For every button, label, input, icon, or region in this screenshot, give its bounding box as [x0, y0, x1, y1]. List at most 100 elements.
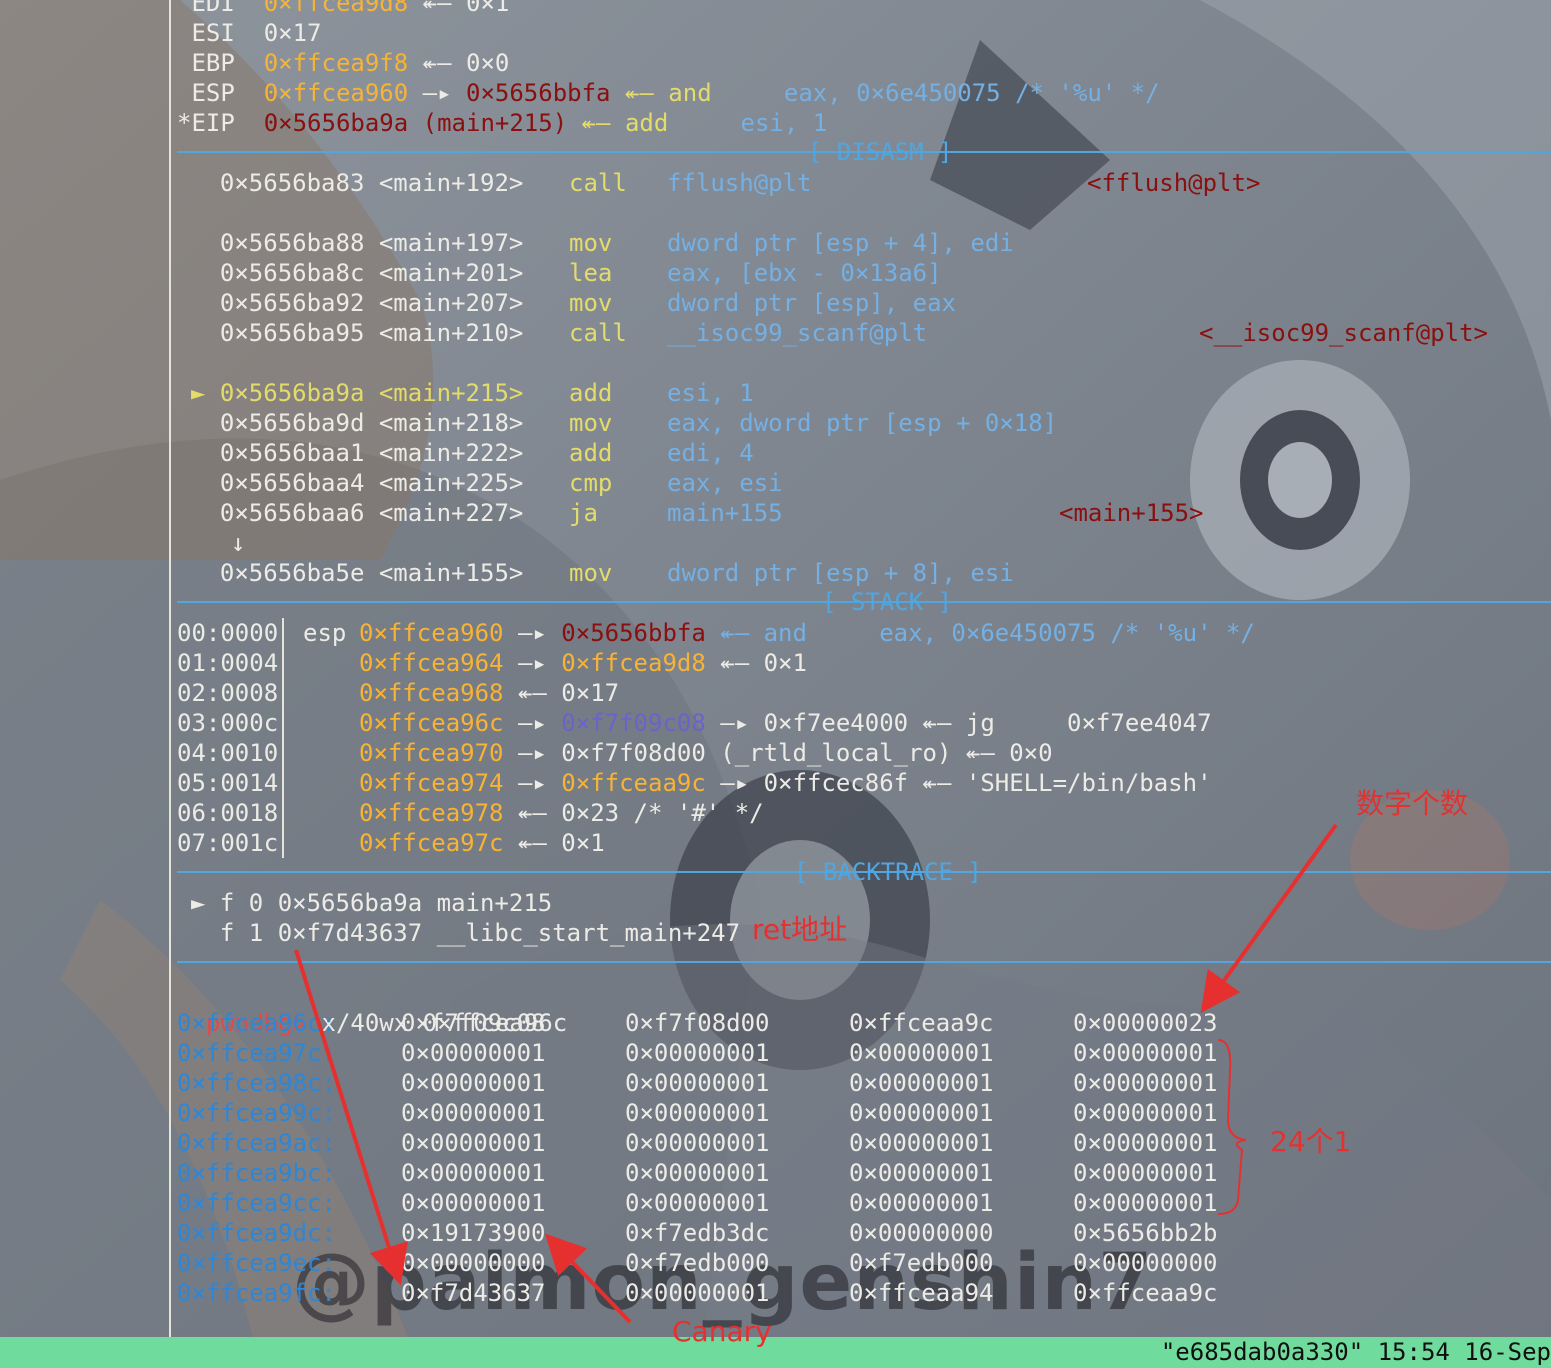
stack-arrow: —▸ — [503, 769, 562, 797]
disasm-operands: dword ptr [esp], eax — [667, 289, 956, 317]
disasm-branch-target: <__isoc99_scanf@plt> — [1199, 319, 1488, 347]
disasm-operands: dword ptr [esp + 4], edi — [667, 229, 1014, 257]
memory-row: 0×ffcea98c: 0×00000001 0×00000001 0×0000000… — [177, 1068, 1218, 1098]
stack-address: 0×ffcea970 — [359, 739, 504, 767]
memory-word: 0×00000023 — [1073, 1009, 1218, 1037]
stack-arrow: —▸ — [503, 649, 562, 677]
disasm-address: 0×5656ba8c — [219, 259, 365, 287]
memory-word: 0×00000001 — [401, 1159, 546, 1187]
memory-word: 0×00000001 — [849, 1099, 994, 1127]
backtrace-frame-0: ► f 0 0×5656ba9a main+215 — [191, 889, 553, 917]
stack-arrow: ↞— — [503, 679, 562, 707]
memory-row: 0×ffcea9fc: 0×f7d43637 0×00000001 0×ffceaa9… — [177, 1278, 1218, 1308]
disasm-opcode: mov — [569, 409, 613, 437]
command-line[interactable]: pwndbg> x/40wx 0×ffcea96c — [177, 978, 567, 1037]
memory-word: 0×f7edb000 — [625, 1249, 770, 1277]
current-line-marker — [191, 439, 220, 467]
pane-border-left — [169, 0, 171, 1337]
register-value: 0×ffcea9f8 — [263, 49, 409, 77]
memory-word: 0×00000001 — [625, 1189, 770, 1217]
disasm-operands: esi, 1 — [667, 379, 754, 407]
stack-chain: 0×ffcea964 —▸ 0×ffcea9d8 ↞— 0×1 — [359, 648, 807, 678]
disasm-opcode: mov — [569, 229, 613, 257]
stack-chain: 0×ffcea96c —▸ 0×f7f09c08 —▸ 0×f7ee4000 ↞… — [359, 708, 1212, 738]
current-line-marker — [191, 259, 220, 287]
jump-arrow-icon: ↓ — [231, 529, 246, 557]
register-name: EBP — [177, 49, 235, 77]
stack-row: 03:000c 0×ffcea96c —▸ 0×f7f09c08 —▸ 0×f7e… — [177, 708, 1212, 738]
disasm-operands: dword ptr [esp + 8], esi — [667, 559, 1014, 587]
register-name: ESI — [177, 19, 235, 47]
memory-word: 0×00000001 — [1073, 1159, 1218, 1187]
disasm-opcode: ja — [569, 499, 598, 527]
disasm-opcode: add — [569, 439, 613, 467]
stack-deref: ↞— 0×0 — [951, 739, 1053, 767]
stack-value: 0×ffcea9d8 — [561, 649, 706, 677]
memory-word: 0×f7d43637 — [401, 1279, 546, 1307]
disasm-symbol: <main+207> — [378, 289, 524, 317]
memory-word: 0×ffceaa9c — [1073, 1279, 1218, 1307]
register-name: EDI — [177, 0, 235, 17]
disasm-symbol: <main+197> — [378, 229, 524, 257]
backtrace-header: [ BACKTRACE ] — [794, 858, 982, 886]
register-instruction: ↞— and — [610, 79, 784, 107]
memory-word: 0×00000001 — [849, 1039, 994, 1067]
stack-chain: 0×ffcea978 ↞— 0×23 /* '#' */ — [359, 798, 764, 828]
stack-row: 06:0018 0×ffcea978 ↞— 0×23 /* '#' */ — [177, 798, 764, 828]
memory-word: 0×ffceaa94 — [849, 1279, 994, 1307]
memory-word: 0×00000001 — [401, 1129, 546, 1157]
memory-word: 0×00000001 — [401, 1099, 546, 1127]
memory-word: 0×00000001 — [1073, 1129, 1218, 1157]
memory-word: 0×5656bb2b — [1073, 1219, 1218, 1247]
stack-address: 0×ffcea964 — [359, 649, 504, 677]
disasm-opcode: add — [569, 379, 613, 407]
memory-row: 0×ffcea99c: 0×00000001 0×00000001 0×0000000… — [177, 1098, 1218, 1128]
stack-address: 0×ffcea960 — [359, 619, 504, 647]
stack-offset: 05:0014 — [177, 769, 279, 797]
disasm-address: 0×5656baa4 — [219, 469, 365, 497]
disasm-operands: __isoc99_scanf@plt — [667, 319, 928, 347]
disasm-line: 0×5656ba88 <main+197> mov dword ptr [esp +… — [191, 228, 1014, 258]
prompt-line[interactable]: pwndbg>| — [177, 1308, 334, 1367]
disasm-branch-target: <main+155> — [1059, 499, 1204, 527]
disasm-symbol: <main+225> — [378, 469, 524, 497]
stack-arrow: ↞— — [503, 829, 562, 857]
disasm-symbol: <main+215> — [378, 379, 524, 407]
stack-row: 07:001c 0×ffcea97c ↞— 0×1 — [177, 828, 605, 858]
disasm-address: 0×5656ba95 — [219, 319, 365, 347]
memory-word: 0×00000000 — [849, 1219, 994, 1247]
stack-offset: 02:0008 — [177, 679, 279, 707]
disasm-address: 0×5656baa1 — [219, 439, 365, 467]
disasm-address: 0×5656ba83 — [219, 169, 365, 197]
memory-address: 0×ffcea97c: — [177, 1039, 336, 1067]
memory-row: 0×ffcea9ec: 0×00000000 0×f7edb000 0×f7edb00… — [177, 1248, 1218, 1278]
disasm-operands: eax, [ebx - 0×13a6] — [667, 259, 942, 287]
memory-word: 0×00000001 — [625, 1069, 770, 1097]
disasm-symbol: <main+218> — [378, 409, 524, 437]
memory-address: 0×ffcea99c: — [177, 1099, 336, 1127]
stack-address: 0×ffcea974 — [359, 769, 504, 797]
disasm-address: 0×5656ba9d — [219, 409, 365, 437]
stack-column-divider — [282, 618, 284, 858]
memory-word: 0×00000001 — [1073, 1039, 1218, 1067]
stack-value: 0×ffceaa9c — [561, 769, 706, 797]
current-line-marker — [191, 499, 220, 527]
memory-row: 0×ffcea9bc: 0×00000001 0×00000001 0×0000000… — [177, 1158, 1218, 1188]
memory-word: 0×00000000 — [401, 1249, 546, 1277]
stack-address: 0×ffcea968 — [359, 679, 504, 707]
register-name: *EIP — [177, 109, 235, 137]
disasm-operands: fflush@plt — [667, 169, 812, 197]
disasm-line: 0×5656ba9d <main+218> mov eax, dword ptr [… — [191, 408, 1057, 438]
annotation-number-count: 数字个数 — [1356, 787, 1469, 820]
stack-address: 0×ffcea96c — [359, 709, 504, 737]
disasm-address: 0×5656baa6 — [219, 499, 365, 527]
disasm-header: [ DISASM ] — [808, 138, 953, 166]
stack-arrow: ↞— — [503, 799, 562, 827]
memory-word: 0×00000001 — [625, 1279, 770, 1307]
memory-row: 0×ffcea9ac: 0×00000001 0×00000001 0×0000000… — [177, 1128, 1218, 1158]
disasm-line: 0×5656ba83 <main+192> call fflush@plt <fflu… — [191, 168, 1260, 198]
current-line-marker — [191, 409, 220, 437]
current-line-marker — [191, 559, 220, 587]
memory-address: 0×ffcea9bc: — [177, 1159, 336, 1187]
memory-address: 0×ffcea9dc: — [177, 1219, 336, 1247]
